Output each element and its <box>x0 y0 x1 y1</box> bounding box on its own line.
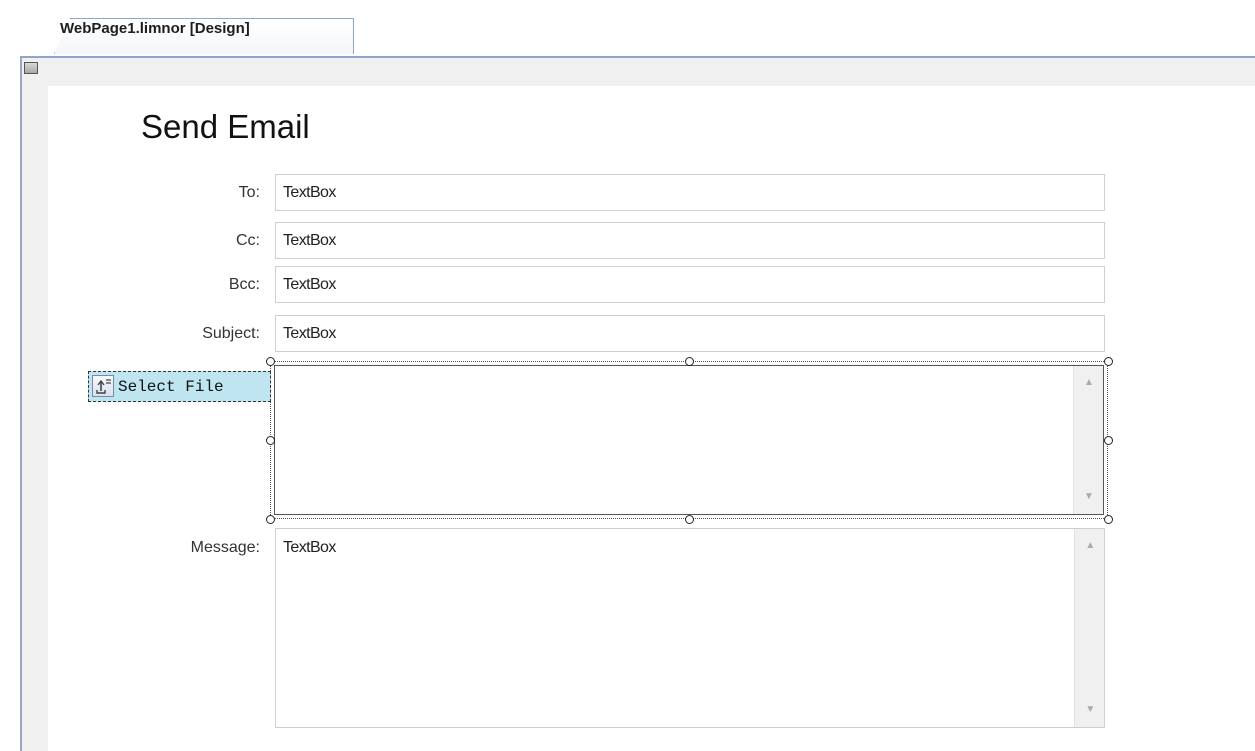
cc-field[interactable]: TextBox <box>275 222 1105 259</box>
bcc-field[interactable]: TextBox <box>275 266 1105 303</box>
designer-top-margin <box>48 58 1255 86</box>
message-textarea[interactable]: TextBox ▲ ▼ <box>275 528 1105 728</box>
scroll-down-arrow-icon[interactable]: ▼ <box>1084 705 1096 715</box>
message-value: TextBox <box>283 539 336 556</box>
page-corner-icon[interactable] <box>24 62 38 74</box>
subject-field[interactable]: TextBox <box>275 315 1105 352</box>
resize-handle-bottom-right[interactable] <box>1104 515 1113 524</box>
resize-handle-top-right[interactable] <box>1104 357 1113 366</box>
resize-handle-middle-right[interactable] <box>1104 436 1113 445</box>
file-upload-icon <box>92 375 114 397</box>
message-label[interactable]: Message: <box>150 539 260 557</box>
to-field[interactable]: TextBox <box>275 174 1105 211</box>
page-title[interactable]: Send Email <box>141 108 310 146</box>
file-upload-glyph <box>96 379 111 394</box>
attachments-textarea[interactable]: ▲ ▼ <box>274 365 1104 515</box>
bcc-label[interactable]: Bcc: <box>160 276 260 294</box>
resize-handle-bottom-center[interactable] <box>685 515 694 524</box>
select-file-button[interactable]: Select File <box>88 371 271 402</box>
to-label[interactable]: To: <box>160 184 260 202</box>
resize-handle-bottom-left[interactable] <box>266 515 275 524</box>
scroll-up-arrow-icon[interactable]: ▲ <box>1083 378 1095 388</box>
message-scrollbar[interactable]: ▲ ▼ <box>1074 529 1104 727</box>
scroll-down-arrow-icon[interactable]: ▼ <box>1083 492 1095 502</box>
top-strip <box>0 0 1255 8</box>
attachments-scrollbar[interactable]: ▲ ▼ <box>1073 366 1103 514</box>
resize-handle-top-left[interactable] <box>266 357 275 366</box>
tab-title[interactable]: WebPage1.limnor [Design] <box>60 20 250 37</box>
designer-left-margin <box>20 58 48 751</box>
subject-label[interactable]: Subject: <box>160 325 260 343</box>
cc-label[interactable]: Cc: <box>160 232 260 250</box>
select-file-label[interactable]: Select File <box>118 378 224 396</box>
scroll-up-arrow-icon[interactable]: ▲ <box>1084 541 1096 551</box>
resize-handle-top-center[interactable] <box>685 357 694 366</box>
resize-handle-middle-left[interactable] <box>266 436 275 445</box>
